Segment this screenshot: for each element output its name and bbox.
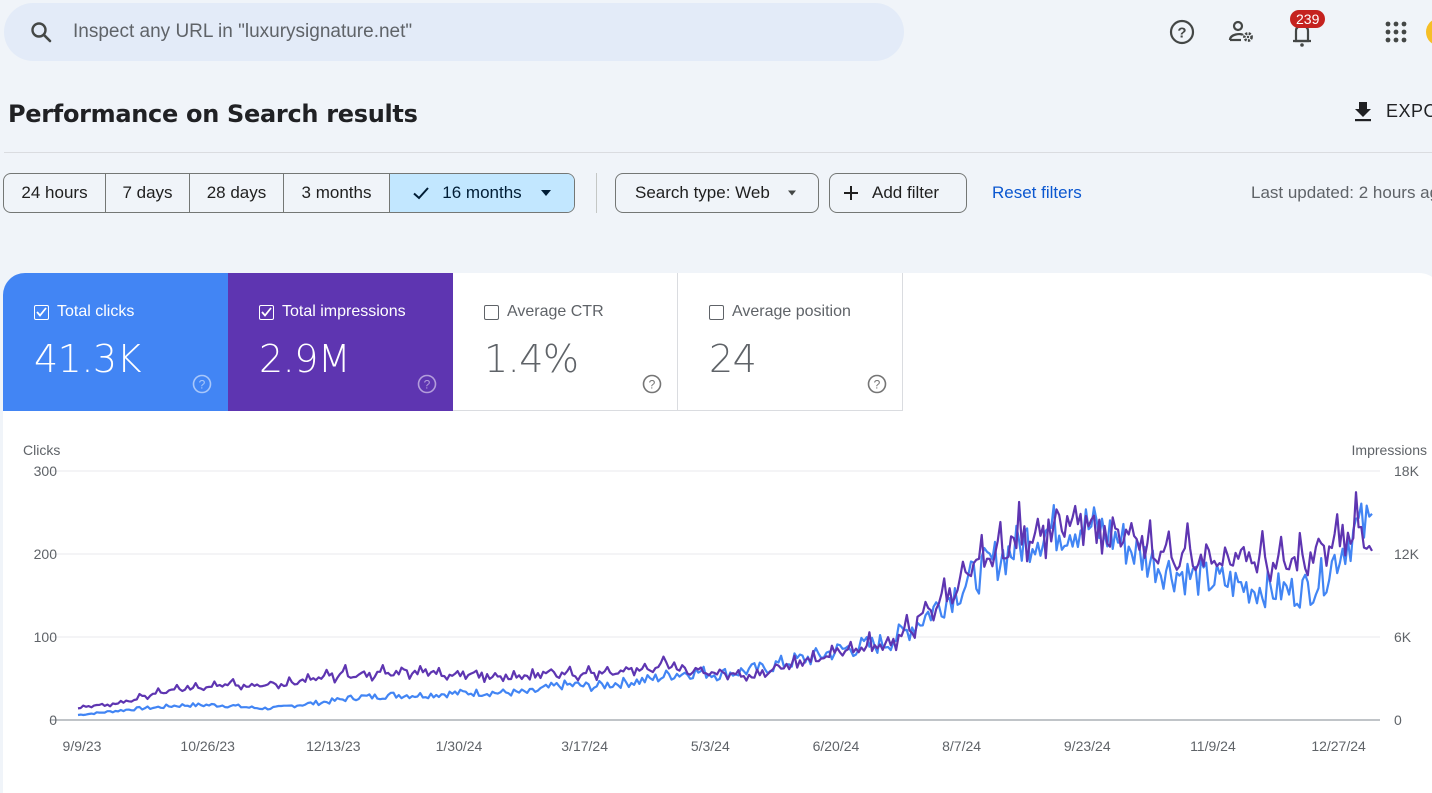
search-type-filter[interactable]: Search type: Web <box>615 173 819 213</box>
y-tick-label-right: 12K <box>1394 546 1420 562</box>
date-range-selector: 24 hours 7 days 28 days 3 months 16 mont… <box>3 173 575 213</box>
svg-text:?: ? <box>874 378 881 392</box>
account-avatar[interactable] <box>1426 18 1432 46</box>
x-tick-label: 9/23/24 <box>1064 738 1111 754</box>
date-range-16-months[interactable]: 16 months <box>390 174 574 212</box>
metric-value: 2.9M <box>259 337 350 381</box>
x-tick-label: 6/20/24 <box>813 738 860 754</box>
export-button[interactable]: EXPORT <box>1352 100 1432 122</box>
manage-users-button[interactable] <box>1226 16 1258 48</box>
export-label: EXPORT <box>1386 101 1432 122</box>
svg-text:?: ? <box>424 378 431 392</box>
apps-grid-icon <box>1384 20 1408 44</box>
metric-value: 1.4% <box>484 337 579 381</box>
y-axis-label-left: Clicks <box>23 442 60 458</box>
y-tick-label-left: 300 <box>34 463 58 479</box>
metric-value: 41.3K <box>34 337 141 381</box>
help-icon[interactable]: ? <box>867 374 887 394</box>
search-icon <box>29 20 53 44</box>
apps-button[interactable] <box>1380 16 1412 48</box>
svg-text:?: ? <box>199 378 206 392</box>
y-tick-label-left: 200 <box>34 546 58 562</box>
help-icon: ? <box>1168 18 1196 46</box>
checkbox-checked-icon[interactable] <box>259 305 274 320</box>
help-icon[interactable]: ? <box>417 374 437 394</box>
notifications-button[interactable]: 239 <box>1286 16 1318 48</box>
help-icon[interactable]: ? <box>642 374 662 394</box>
x-tick-label: 12/13/23 <box>306 738 361 754</box>
checkmark-icon <box>412 184 430 202</box>
header-divider <box>4 152 1432 153</box>
help-button[interactable]: ? <box>1166 16 1198 48</box>
date-range-28-days[interactable]: 28 days <box>190 174 284 212</box>
dropdown-arrow-icon <box>786 189 798 197</box>
plus-icon <box>842 184 860 202</box>
x-tick-label: 11/9/24 <box>1190 738 1236 754</box>
add-filter-button[interactable]: Add filter <box>829 173 967 213</box>
performance-chart[interactable]: Clicks Impressions 0 0 100 6K 200 12K 300 18K 9/… <box>0 430 1432 781</box>
date-range-3-months[interactable]: 3 months <box>284 174 390 212</box>
svg-text:?: ? <box>649 378 656 392</box>
x-tick-label: 10/26/23 <box>180 738 235 754</box>
manage-users-icon <box>1227 18 1257 46</box>
date-range-24-hours[interactable]: 24 hours <box>4 174 106 212</box>
url-inspection-search[interactable] <box>4 3 904 61</box>
x-tick-label: 8/7/24 <box>942 738 981 754</box>
metric-card-average-position[interactable]: Average position 24 ? <box>678 273 903 411</box>
metric-card-average-ctr[interactable]: Average CTR 1.4% ? <box>453 273 678 411</box>
dropdown-arrow-icon <box>540 189 552 197</box>
x-tick-label: 1/30/24 <box>436 738 483 754</box>
x-tick-label: 5/3/24 <box>691 738 730 754</box>
date-range-7-days[interactable]: 7 days <box>106 174 190 212</box>
y-tick-label-right: 18K <box>1394 463 1420 479</box>
metric-card-total-impressions[interactable]: Total impressions 2.9M ? <box>228 273 453 411</box>
series-line-impressions <box>78 492 1372 708</box>
filter-separator <box>596 173 597 213</box>
reset-filters-link[interactable]: Reset filters <box>992 183 1082 203</box>
checkbox-checked-icon[interactable] <box>34 305 49 320</box>
y-tick-label-right: 0 <box>1394 712 1402 728</box>
y-tick-label-left: 100 <box>34 629 58 645</box>
y-tick-label-right: 6K <box>1394 629 1412 645</box>
checkbox-unchecked-icon[interactable] <box>484 305 499 320</box>
page-title: Performance on Search results <box>8 100 418 128</box>
metric-card-total-clicks[interactable]: Total clicks 41.3K ? <box>3 273 228 411</box>
y-tick-label-left: 0 <box>49 712 57 728</box>
x-tick-label: 12/27/24 <box>1311 738 1366 754</box>
x-tick-label: 9/9/23 <box>63 738 102 754</box>
x-tick-label: 3/17/24 <box>561 738 608 754</box>
last-updated-text: Last updated: 2 hours ago <box>1251 183 1432 203</box>
notifications-badge: 239 <box>1290 10 1325 28</box>
help-icon[interactable]: ? <box>192 374 212 394</box>
metric-value: 24 <box>709 337 756 381</box>
svg-text:?: ? <box>1177 25 1186 42</box>
checkbox-unchecked-icon[interactable] <box>709 305 724 320</box>
download-icon <box>1352 100 1374 122</box>
url-inspection-input[interactable] <box>73 21 773 43</box>
y-axis-label-right: Impressions <box>1352 442 1427 458</box>
metric-cards: Total clicks 41.3K ? Total impressions 2… <box>3 273 903 411</box>
top-bar: ? 239 <box>0 0 1432 64</box>
